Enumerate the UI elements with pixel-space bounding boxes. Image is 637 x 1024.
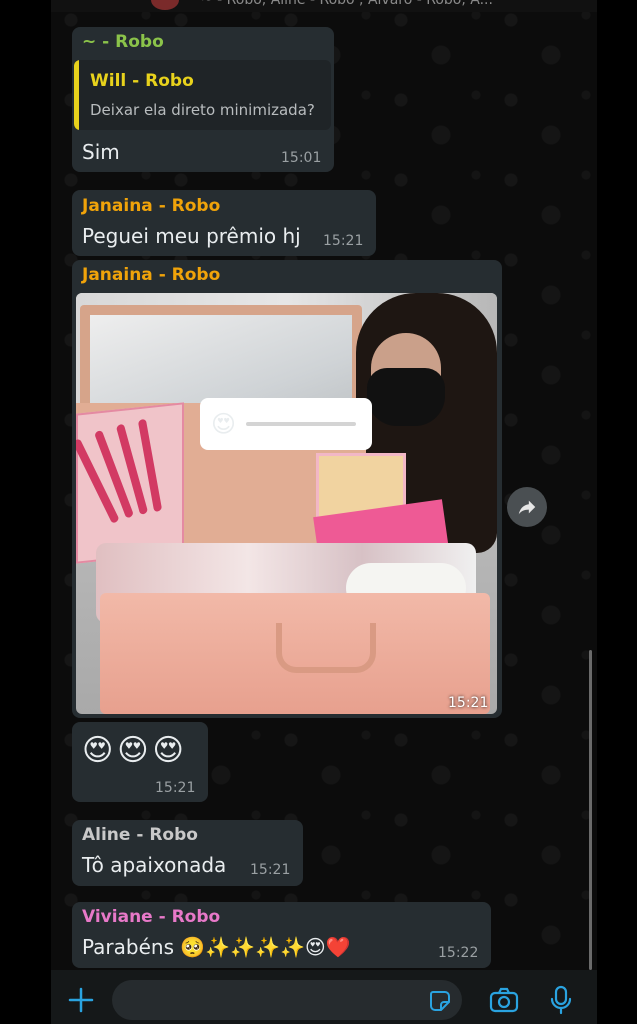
quote-sender: Will - Robo: [90, 71, 194, 91]
chat-header[interactable]: ~ - Robo, Aline - Robo , Alvaro - Robo, …: [51, 0, 597, 12]
camera-button[interactable]: [488, 985, 520, 1015]
message-time: 15:21: [448, 695, 489, 711]
message-time: 15:21: [155, 780, 196, 796]
attach-button[interactable]: [66, 985, 96, 1015]
message-input[interactable]: [112, 980, 462, 1020]
makeup-case-photo[interactable]: [76, 293, 497, 714]
camera-icon: [489, 987, 519, 1013]
plus-icon: [68, 987, 94, 1013]
message-sender: Viviane - Robo: [82, 907, 221, 927]
microphone-icon: [550, 985, 572, 1015]
message-text: Tô apaixonada: [82, 853, 227, 877]
emoji-slider-sticker: 😍: [200, 398, 372, 450]
forward-icon: [518, 500, 536, 515]
message-sender: Janaina - Robo: [82, 196, 221, 216]
message-text: Parabéns 🥺✨✨✨✨😍❤️: [82, 935, 351, 959]
emoji-message: 😍😍😍: [82, 733, 188, 768]
message-sender: Aline - Robo: [82, 825, 198, 845]
message-time: 15:21: [323, 233, 364, 249]
heart-eyes-emoji: 😍: [211, 410, 237, 438]
sticker-button[interactable]: [426, 987, 454, 1015]
chat-title[interactable]: ~ - Robo, Aline - Robo , Alvaro - Robo, …: [201, 0, 493, 8]
message-time: 15:22: [438, 945, 479, 961]
microphone-button[interactable]: [548, 984, 574, 1016]
message-time: 15:01: [281, 150, 322, 166]
emoji-slider-track: [246, 422, 356, 426]
scrollbar[interactable]: [589, 650, 592, 970]
group-avatar[interactable]: [151, 0, 179, 10]
message-text: Sim: [82, 140, 120, 164]
quoted-message[interactable]: Will - Robo Deixar ela direto minimizada…: [74, 60, 331, 130]
message-sender: Janaina - Robo: [82, 265, 221, 285]
quote-text: Deixar ela direto minimizada?: [90, 101, 315, 119]
message-sender: ~ - Robo: [82, 32, 164, 52]
message-text: Peguei meu prêmio hj: [82, 224, 301, 248]
quote-accent-bar: [74, 60, 79, 130]
forward-button[interactable]: [507, 487, 547, 527]
sticker-icon: [430, 991, 450, 1011]
message-time: 15:21: [250, 862, 291, 878]
